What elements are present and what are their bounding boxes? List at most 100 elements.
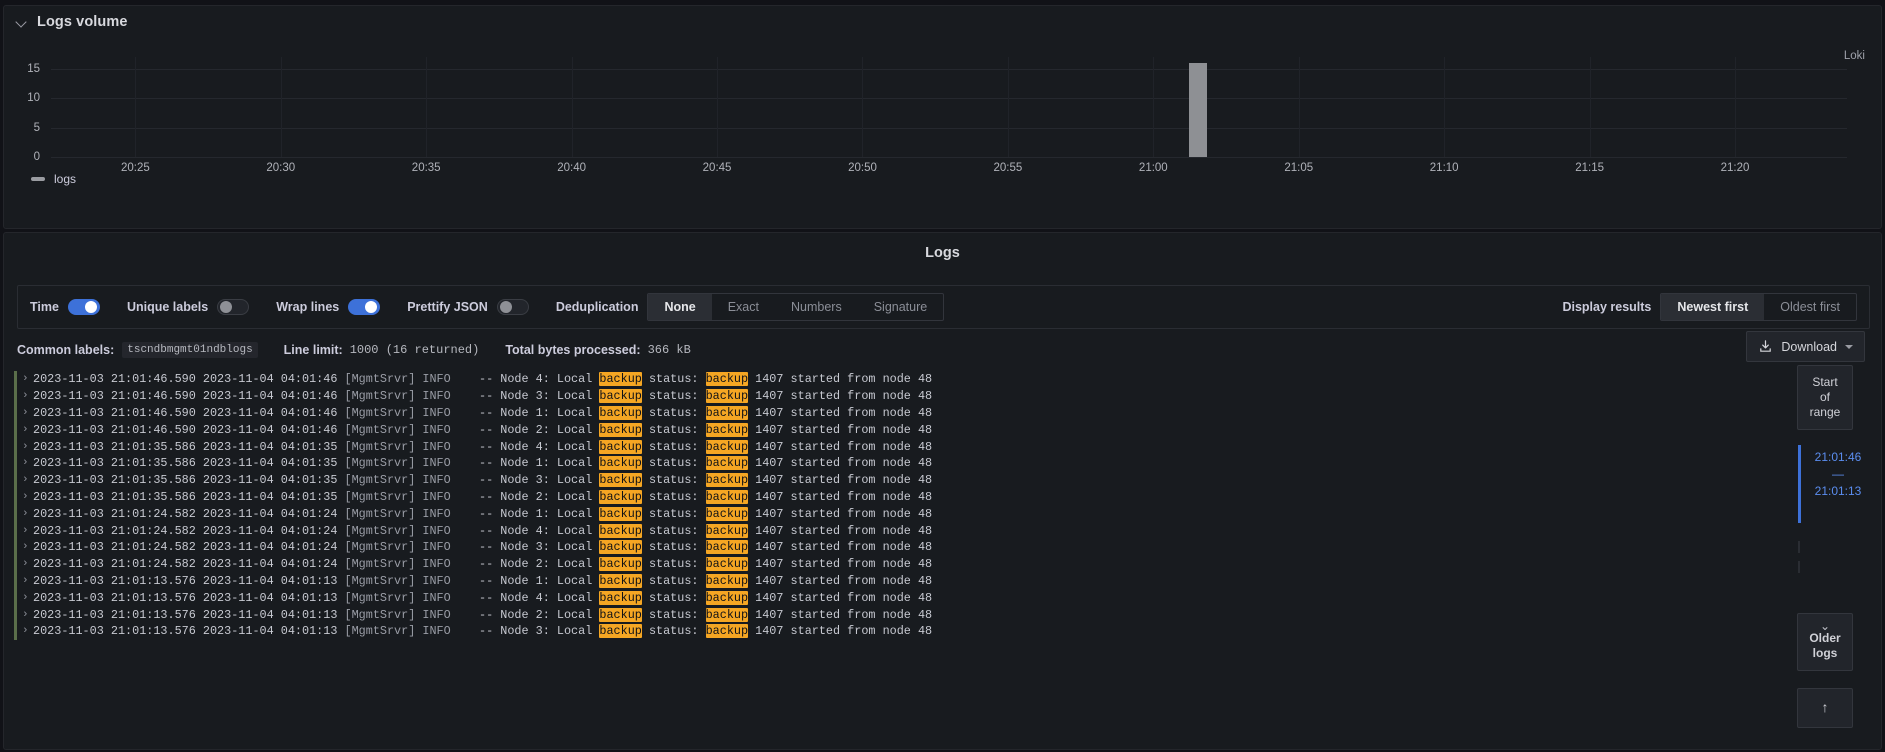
display-results-segmented-control[interactable]: Newest firstOldest first xyxy=(1660,293,1857,321)
wrap-lines-toggle-label: Wrap lines xyxy=(276,300,339,314)
time-toggle[interactable] xyxy=(68,299,100,315)
expand-row-icon[interactable]: › xyxy=(22,390,33,402)
deduplication-segmented-control[interactable]: NoneExactNumbersSignature xyxy=(647,293,944,321)
expand-row-icon[interactable]: › xyxy=(22,491,33,503)
gridline xyxy=(717,57,718,157)
unique-labels-toggle-group[interactable]: Unique labels xyxy=(127,299,249,315)
deduplication-option-exact[interactable]: Exact xyxy=(712,294,775,320)
common-labels-chip[interactable]: tscndbmgmt01ndblogs xyxy=(122,342,257,358)
deduplication-option-numbers[interactable]: Numbers xyxy=(775,294,858,320)
log-line-text: 2023-11-03 21:01:13.576 2023-11-04 04:01… xyxy=(33,591,932,605)
expand-row-icon[interactable]: › xyxy=(22,373,33,385)
display-results-option-newest-first[interactable]: Newest first xyxy=(1661,294,1764,320)
display-results-group: Display results Newest firstOldest first xyxy=(1562,293,1857,321)
log-level-indicator xyxy=(14,573,17,590)
log-level-indicator xyxy=(14,438,17,455)
x-axis-tick-label: 21:05 xyxy=(1284,162,1313,174)
logs-volume-header[interactable]: Logs volume xyxy=(4,6,1881,38)
log-line-text: 2023-11-03 21:01:46.590 2023-11-04 04:01… xyxy=(33,406,932,420)
table-row[interactable]: ›2023-11-03 21:01:24.582 2023-11-04 04:0… xyxy=(14,505,1766,522)
y-axis-tick-label: 5 xyxy=(10,122,40,134)
display-results-label: Display results xyxy=(1562,300,1651,314)
expand-row-icon[interactable]: › xyxy=(22,424,33,436)
table-row[interactable]: ›2023-11-03 21:01:24.582 2023-11-04 04:0… xyxy=(14,522,1766,539)
x-axis-tick-label: 20:25 xyxy=(121,162,150,174)
legend-swatch-logs xyxy=(31,177,45,181)
time-range-labels[interactable]: 21:01:46 — 21:01:13 xyxy=(1805,449,1871,500)
scroll-to-top-button[interactable]: ↑ xyxy=(1797,688,1853,728)
log-level-indicator xyxy=(14,556,17,573)
table-row[interactable]: ›2023-11-03 21:01:46.590 2023-11-04 04:0… xyxy=(14,421,1766,438)
expand-row-icon[interactable]: › xyxy=(22,508,33,520)
wrap-lines-toggle-group[interactable]: Wrap lines xyxy=(276,299,380,315)
prettify-json-toggle-group[interactable]: Prettify JSON xyxy=(407,299,529,315)
rail-tick xyxy=(1798,541,1800,553)
log-rows-container[interactable]: ›2023-11-03 21:01:46.590 2023-11-04 04:0… xyxy=(14,371,1766,640)
older-logs-button[interactable]: ⌄ Olderlogs xyxy=(1797,613,1853,671)
expand-row-icon[interactable]: › xyxy=(22,407,33,419)
deduplication-option-signature[interactable]: Signature xyxy=(858,294,944,320)
chart-bar[interactable] xyxy=(1189,63,1207,157)
prettify-json-toggle[interactable] xyxy=(497,299,529,315)
download-icon xyxy=(1758,339,1773,354)
display-results-option-oldest-first[interactable]: Oldest first xyxy=(1764,294,1856,320)
rail-button-label-line: Older xyxy=(1802,631,1848,646)
deduplication-option-none[interactable]: None xyxy=(648,294,711,320)
table-row[interactable]: ›2023-11-03 21:01:46.590 2023-11-04 04:0… xyxy=(14,388,1766,405)
start-of-range-button[interactable]: Startofrange xyxy=(1797,365,1853,430)
table-row[interactable]: ›2023-11-03 21:01:24.582 2023-11-04 04:0… xyxy=(14,556,1766,573)
gridline xyxy=(51,69,1847,70)
expand-row-icon[interactable]: › xyxy=(22,592,33,604)
expand-row-icon[interactable]: › xyxy=(22,525,33,537)
gridline xyxy=(281,57,282,157)
deduplication-label: Deduplication xyxy=(556,300,639,314)
x-axis-tick-label: 20:35 xyxy=(412,162,441,174)
table-row[interactable]: ›2023-11-03 21:01:35.586 2023-11-04 04:0… xyxy=(14,455,1766,472)
table-row[interactable]: ›2023-11-03 21:01:13.576 2023-11-04 04:0… xyxy=(14,573,1766,590)
gridline xyxy=(862,57,863,157)
chevron-down-icon[interactable] xyxy=(16,16,28,28)
expand-row-icon[interactable]: › xyxy=(22,625,33,637)
expand-row-icon[interactable]: › xyxy=(22,575,33,587)
expand-row-icon[interactable]: › xyxy=(22,541,33,553)
y-axis-tick-label: 10 xyxy=(10,92,40,104)
gridline xyxy=(1590,57,1591,157)
table-row[interactable]: ›2023-11-03 21:01:46.590 2023-11-04 04:0… xyxy=(14,371,1766,388)
gridline xyxy=(572,57,573,157)
download-button-label: Download xyxy=(1781,340,1837,354)
download-button[interactable]: Download xyxy=(1746,331,1865,362)
expand-row-icon[interactable]: › xyxy=(22,441,33,453)
table-row[interactable]: ›2023-11-03 21:01:35.586 2023-11-04 04:0… xyxy=(14,472,1766,489)
table-row[interactable]: ›2023-11-03 21:01:46.590 2023-11-04 04:0… xyxy=(14,405,1766,422)
gridline xyxy=(1299,57,1300,157)
expand-row-icon[interactable]: › xyxy=(22,609,33,621)
table-row[interactable]: ›2023-11-03 21:01:24.582 2023-11-04 04:0… xyxy=(14,539,1766,556)
expand-row-icon[interactable]: › xyxy=(22,558,33,570)
range-dash: — xyxy=(1805,466,1871,483)
log-level-indicator xyxy=(14,505,17,522)
arrow-up-icon: ↑ xyxy=(1822,699,1829,715)
table-row[interactable]: ›2023-11-03 21:01:13.576 2023-11-04 04:0… xyxy=(14,606,1766,623)
table-row[interactable]: ›2023-11-03 21:01:35.586 2023-11-04 04:0… xyxy=(14,438,1766,455)
expand-row-icon[interactable]: › xyxy=(22,474,33,486)
rail-button-label-line: of xyxy=(1802,390,1848,405)
wrap-lines-toggle[interactable] xyxy=(348,299,380,315)
table-row[interactable]: ›2023-11-03 21:01:13.576 2023-11-04 04:0… xyxy=(14,623,1766,640)
time-toggle-label: Time xyxy=(30,300,59,314)
log-level-indicator xyxy=(14,371,17,388)
chevron-down-icon xyxy=(1845,345,1853,349)
unique-labels-toggle[interactable] xyxy=(217,299,249,315)
expand-row-icon[interactable]: › xyxy=(22,457,33,469)
chart-legend[interactable]: logs xyxy=(31,172,76,186)
logs-volume-chart[interactable]: 051015 20:2520:3020:3520:4020:4520:5020:… xyxy=(4,36,1883,196)
y-axis-tick-label: 15 xyxy=(10,63,40,75)
table-row[interactable]: ›2023-11-03 21:01:35.586 2023-11-04 04:0… xyxy=(14,489,1766,506)
logs-panel-title: Logs xyxy=(4,233,1881,261)
range-end-label: 21:01:13 xyxy=(1805,483,1871,500)
table-row[interactable]: ›2023-11-03 21:01:13.576 2023-11-04 04:0… xyxy=(14,589,1766,606)
x-axis-tick-label: 20:50 xyxy=(848,162,877,174)
x-axis-tick-label: 21:10 xyxy=(1430,162,1459,174)
time-toggle-group[interactable]: Time xyxy=(30,299,100,315)
legend-label-logs[interactable]: logs xyxy=(54,172,76,186)
log-line-text: 2023-11-03 21:01:35.586 2023-11-04 04:01… xyxy=(33,490,932,504)
